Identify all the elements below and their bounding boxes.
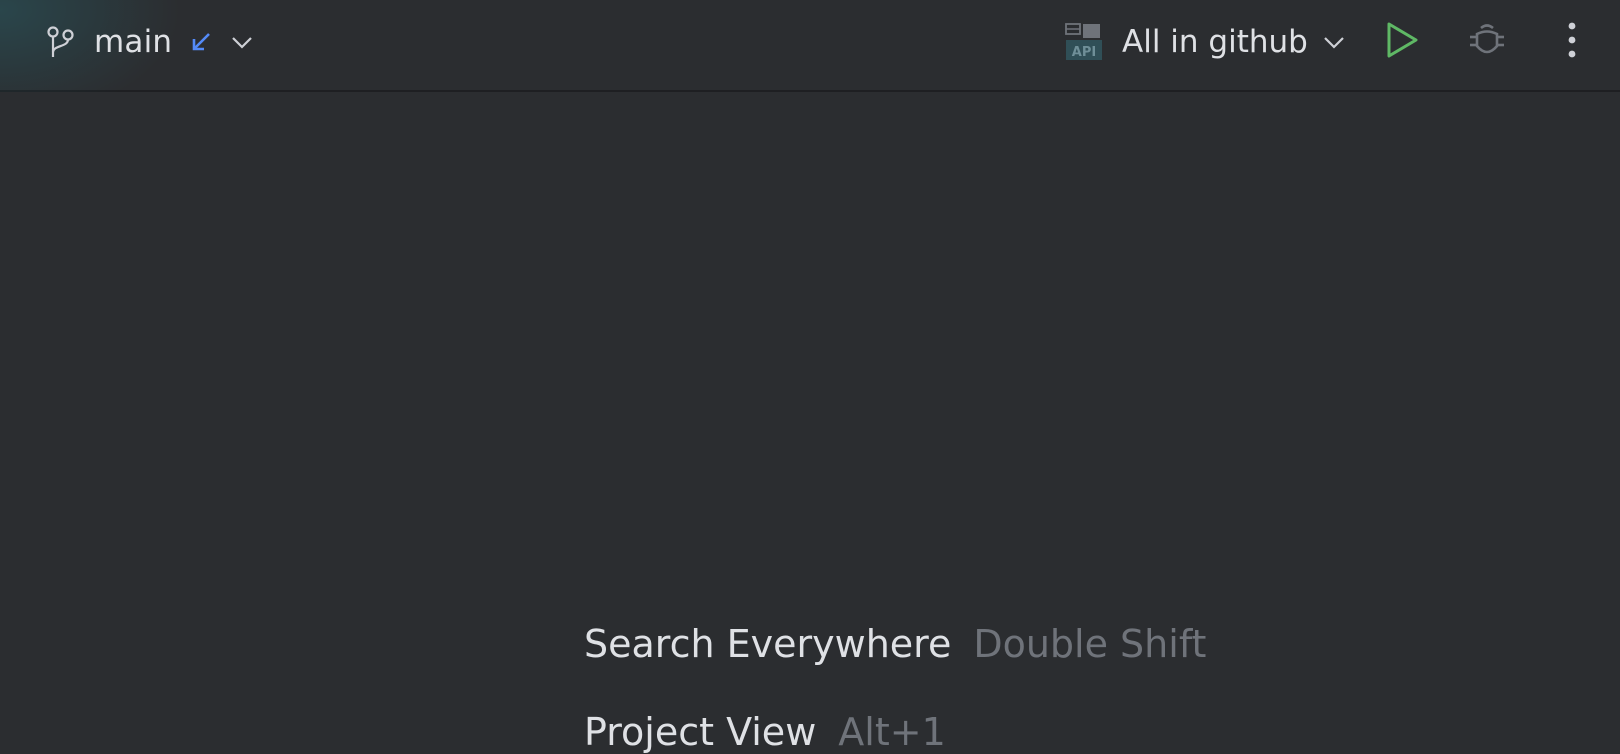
debug-button[interactable]	[1463, 18, 1511, 66]
search-everywhere-hint: Search Everywhere Double Shift	[584, 622, 1206, 666]
run-icon	[1384, 21, 1420, 63]
incoming-changes-arrow-icon	[190, 31, 212, 53]
run-button[interactable]	[1378, 18, 1426, 66]
hint-action-label: Project View	[584, 710, 817, 754]
more-vertical-icon	[1566, 20, 1578, 64]
project-view-hint: Project View Alt+1	[584, 710, 946, 754]
chevron-down-icon	[230, 30, 254, 54]
hint-action-label: Search Everywhere	[584, 622, 952, 666]
svg-text:API: API	[1072, 45, 1096, 60]
branch-name: main	[94, 24, 173, 60]
hint-shortcut-label: Double Shift	[973, 622, 1207, 666]
more-actions-button[interactable]	[1548, 18, 1596, 66]
git-branch-icon	[46, 25, 76, 59]
run-configuration-selector[interactable]: API All in github	[1058, 18, 1352, 66]
debug-icon	[1467, 20, 1507, 64]
hint-shortcut-label: Alt+1	[838, 710, 946, 754]
main-toolbar: main API All in github	[0, 0, 1620, 92]
run-configuration-label: All in github	[1122, 24, 1308, 60]
chevron-down-icon	[1322, 30, 1346, 54]
vcs-branch-widget[interactable]: main	[36, 18, 264, 66]
editor-empty-area: Search Everywhere Double Shift Project Vi…	[0, 92, 1620, 754]
api-icon: API	[1064, 22, 1104, 62]
